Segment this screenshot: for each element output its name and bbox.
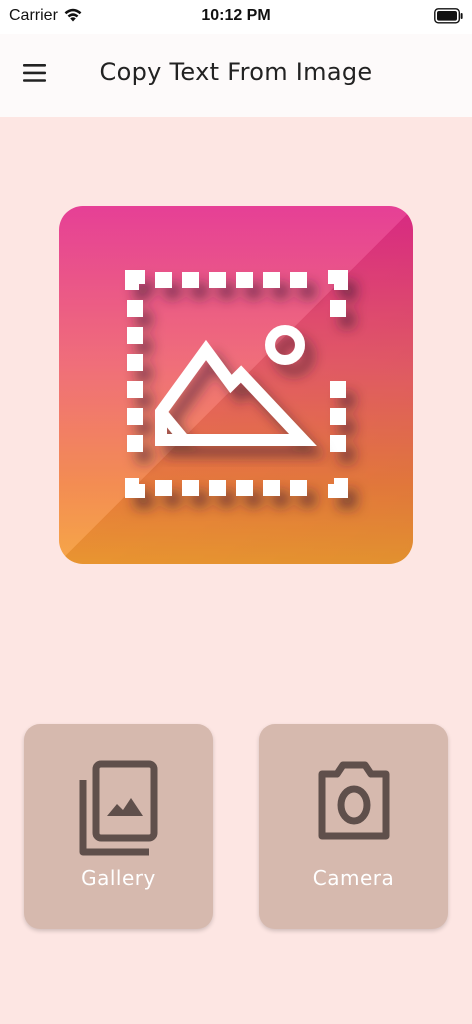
app-bar: Copy Text From Image	[0, 34, 472, 117]
status-bar: Carrier 10:12 PM	[0, 0, 472, 34]
gallery-button[interactable]: Gallery	[24, 724, 213, 929]
hero-logo	[59, 206, 413, 564]
status-time: 10:12 PM	[201, 7, 271, 24]
battery-icon	[434, 8, 464, 28]
camera-button[interactable]: Camera	[259, 724, 448, 929]
camera-label: Camera	[312, 866, 395, 890]
gallery-label: Gallery	[81, 866, 156, 890]
page-title: Copy Text From Image	[99, 58, 373, 86]
